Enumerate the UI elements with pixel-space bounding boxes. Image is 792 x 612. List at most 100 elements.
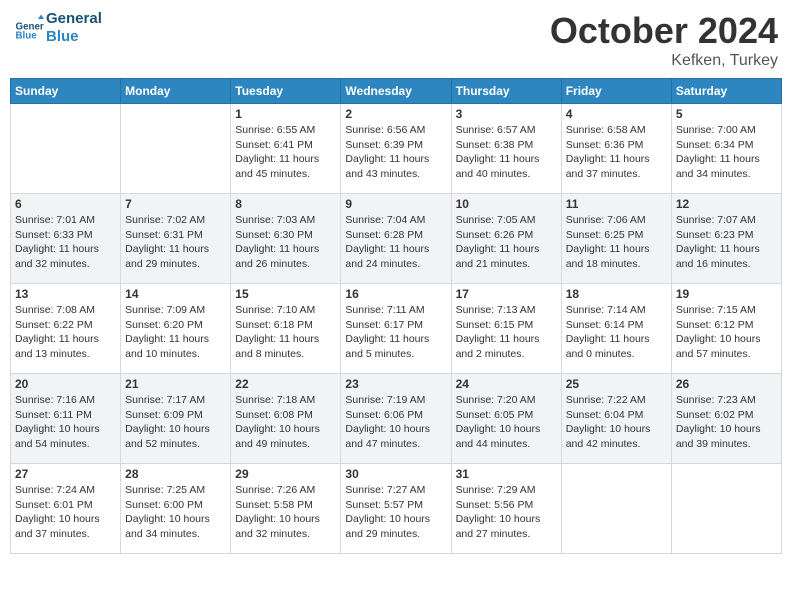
day-number: 16 xyxy=(345,287,446,301)
day-info: Sunrise: 7:16 AMSunset: 6:11 PMDaylight:… xyxy=(15,393,116,452)
day-info: Sunrise: 7:02 AMSunset: 6:31 PMDaylight:… xyxy=(125,213,226,272)
day-cell: 31 Sunrise: 7:29 AMSunset: 5:56 PMDayligh… xyxy=(451,464,561,554)
day-number: 21 xyxy=(125,377,226,391)
day-cell: 19 Sunrise: 7:15 AMSunset: 6:12 PMDayligh… xyxy=(671,284,781,374)
day-cell: 20 Sunrise: 7:16 AMSunset: 6:11 PMDayligh… xyxy=(11,374,121,464)
day-cell: 17 Sunrise: 7:13 AMSunset: 6:15 PMDayligh… xyxy=(451,284,561,374)
day-info: Sunrise: 7:00 AMSunset: 6:34 PMDaylight:… xyxy=(676,123,777,182)
day-number: 23 xyxy=(345,377,446,391)
day-number: 19 xyxy=(676,287,777,301)
day-cell: 5Sunrise: 7:00 AMSunset: 6:34 PMDaylight… xyxy=(671,104,781,194)
header-row: Sunday Monday Tuesday Wednesday Thursday… xyxy=(11,79,782,104)
day-cell: 7 Sunrise: 7:02 AMSunset: 6:31 PMDaylight… xyxy=(121,194,231,284)
day-cell: 9Sunrise: 7:04 AMSunset: 6:28 PMDaylight… xyxy=(341,194,451,284)
day-number: 11 xyxy=(566,197,667,211)
day-number: 12 xyxy=(676,197,777,211)
day-number: 2 xyxy=(345,107,446,121)
header-friday: Friday xyxy=(561,79,671,104)
day-info: Sunrise: 7:01 AMSunset: 6:33 PMDaylight:… xyxy=(15,213,116,272)
day-info: Sunrise: 6:56 AMSunset: 6:39 PMDaylight:… xyxy=(345,123,446,182)
day-number: 13 xyxy=(15,287,116,301)
header-sunday: Sunday xyxy=(11,79,121,104)
day-info: Sunrise: 7:29 AMSunset: 5:56 PMDaylight:… xyxy=(456,483,557,542)
day-info: Sunrise: 7:15 AMSunset: 6:12 PMDaylight:… xyxy=(676,303,777,362)
day-info: Sunrise: 7:18 AMSunset: 6:08 PMDaylight:… xyxy=(235,393,336,452)
page-header: General Blue General Blue October 2024 K… xyxy=(10,10,782,70)
day-number: 20 xyxy=(15,377,116,391)
day-info: Sunrise: 7:04 AMSunset: 6:28 PMDaylight:… xyxy=(345,213,446,272)
day-info: Sunrise: 7:22 AMSunset: 6:04 PMDaylight:… xyxy=(566,393,667,452)
day-number: 15 xyxy=(235,287,336,301)
day-cell: 2 Sunrise: 6:56 AMSunset: 6:39 PMDaylight… xyxy=(341,104,451,194)
day-number: 4 xyxy=(566,107,667,121)
logo-icon: General Blue xyxy=(14,13,44,43)
day-number: 1 xyxy=(235,107,336,121)
day-info: Sunrise: 7:08 AMSunset: 6:22 PMDaylight:… xyxy=(15,303,116,362)
day-cell: 23 Sunrise: 7:19 AMSunset: 6:06 PMDayligh… xyxy=(341,374,451,464)
day-info: Sunrise: 7:10 AMSunset: 6:18 PMDaylight:… xyxy=(235,303,336,362)
header-saturday: Saturday xyxy=(671,79,781,104)
day-cell: 30Sunrise: 7:27 AMSunset: 5:57 PMDayligh… xyxy=(341,464,451,554)
week-row-1: 1 Sunrise: 6:55 AMSunset: 6:41 PMDaylight… xyxy=(11,104,782,194)
day-number: 17 xyxy=(456,287,557,301)
calendar-table: Sunday Monday Tuesday Wednesday Thursday… xyxy=(10,78,782,554)
logo-text-line2: Blue xyxy=(46,28,102,46)
day-info: Sunrise: 7:09 AMSunset: 6:20 PMDaylight:… xyxy=(125,303,226,362)
day-cell: 4 Sunrise: 6:58 AMSunset: 6:36 PMDaylight… xyxy=(561,104,671,194)
day-number: 28 xyxy=(125,467,226,481)
day-cell xyxy=(671,464,781,554)
header-thursday: Thursday xyxy=(451,79,561,104)
location: Kefken, Turkey xyxy=(550,52,778,70)
day-info: Sunrise: 7:19 AMSunset: 6:06 PMDaylight:… xyxy=(345,393,446,452)
day-number: 24 xyxy=(456,377,557,391)
day-info: Sunrise: 7:05 AMSunset: 6:26 PMDaylight:… xyxy=(456,213,557,272)
day-info: Sunrise: 7:17 AMSunset: 6:09 PMDaylight:… xyxy=(125,393,226,452)
logo: General Blue General Blue xyxy=(14,10,102,46)
day-cell: 12 Sunrise: 7:07 AMSunset: 6:23 PMDayligh… xyxy=(671,194,781,284)
day-cell: 3 Sunrise: 6:57 AMSunset: 6:38 PMDaylight… xyxy=(451,104,561,194)
day-number: 27 xyxy=(15,467,116,481)
day-number: 7 xyxy=(125,197,226,211)
day-number: 14 xyxy=(125,287,226,301)
day-info: Sunrise: 7:25 AMSunset: 6:00 PMDaylight:… xyxy=(125,483,226,542)
day-number: 6 xyxy=(15,197,116,211)
day-number: 30 xyxy=(345,467,446,481)
day-number: 3 xyxy=(456,107,557,121)
day-info: Sunrise: 6:57 AMSunset: 6:38 PMDaylight:… xyxy=(456,123,557,182)
day-info: Sunrise: 6:55 AMSunset: 6:41 PMDaylight:… xyxy=(235,123,336,182)
day-info: Sunrise: 7:07 AMSunset: 6:23 PMDaylight:… xyxy=(676,213,777,272)
day-cell: 10 Sunrise: 7:05 AMSunset: 6:26 PMDayligh… xyxy=(451,194,561,284)
day-cell xyxy=(121,104,231,194)
day-number: 10 xyxy=(456,197,557,211)
day-info: Sunrise: 7:03 AMSunset: 6:30 PMDaylight:… xyxy=(235,213,336,272)
day-cell: 28 Sunrise: 7:25 AMSunset: 6:00 PMDayligh… xyxy=(121,464,231,554)
day-cell: 11 Sunrise: 7:06 AMSunset: 6:25 PMDayligh… xyxy=(561,194,671,284)
day-info: Sunrise: 7:23 AMSunset: 6:02 PMDaylight:… xyxy=(676,393,777,452)
day-info: Sunrise: 6:58 AMSunset: 6:36 PMDaylight:… xyxy=(566,123,667,182)
day-cell xyxy=(561,464,671,554)
svg-text:Blue: Blue xyxy=(16,31,38,42)
day-cell: 13 Sunrise: 7:08 AMSunset: 6:22 PMDayligh… xyxy=(11,284,121,374)
week-row-5: 27Sunrise: 7:24 AMSunset: 6:01 PMDayligh… xyxy=(11,464,782,554)
day-info: Sunrise: 7:26 AMSunset: 5:58 PMDaylight:… xyxy=(235,483,336,542)
day-cell: 26Sunrise: 7:23 AMSunset: 6:02 PMDayligh… xyxy=(671,374,781,464)
day-cell: 8Sunrise: 7:03 AMSunset: 6:30 PMDaylight… xyxy=(231,194,341,284)
day-cell xyxy=(11,104,121,194)
day-cell: 16Sunrise: 7:11 AMSunset: 6:17 PMDayligh… xyxy=(341,284,451,374)
header-wednesday: Wednesday xyxy=(341,79,451,104)
day-cell: 21 Sunrise: 7:17 AMSunset: 6:09 PMDayligh… xyxy=(121,374,231,464)
day-info: Sunrise: 7:13 AMSunset: 6:15 PMDaylight:… xyxy=(456,303,557,362)
day-cell: 18Sunrise: 7:14 AMSunset: 6:14 PMDayligh… xyxy=(561,284,671,374)
day-info: Sunrise: 7:20 AMSunset: 6:05 PMDaylight:… xyxy=(456,393,557,452)
day-number: 31 xyxy=(456,467,557,481)
title-block: October 2024 Kefken, Turkey xyxy=(550,10,778,70)
day-cell: 25Sunrise: 7:22 AMSunset: 6:04 PMDayligh… xyxy=(561,374,671,464)
day-info: Sunrise: 7:06 AMSunset: 6:25 PMDaylight:… xyxy=(566,213,667,272)
day-cell: 29 Sunrise: 7:26 AMSunset: 5:58 PMDayligh… xyxy=(231,464,341,554)
month-title: October 2024 xyxy=(550,10,778,52)
day-cell: 1 Sunrise: 6:55 AMSunset: 6:41 PMDaylight… xyxy=(231,104,341,194)
day-number: 29 xyxy=(235,467,336,481)
logo-text-line1: General xyxy=(46,10,102,28)
day-cell: 15 Sunrise: 7:10 AMSunset: 6:18 PMDayligh… xyxy=(231,284,341,374)
header-monday: Monday xyxy=(121,79,231,104)
